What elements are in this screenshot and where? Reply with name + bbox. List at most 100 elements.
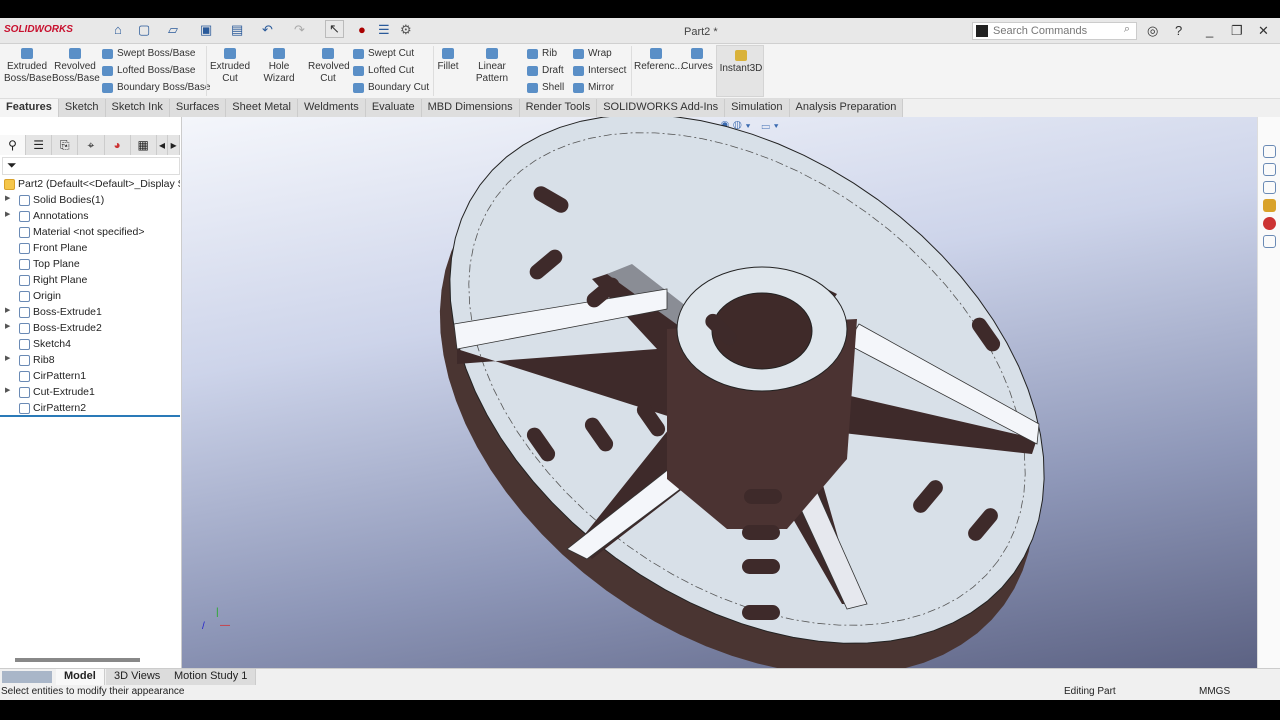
fillet-button[interactable]: Fillet [436, 48, 460, 73]
rebuild-icon[interactable]: ● [358, 22, 366, 37]
tree-item[interactable]: ▶ Solid Bodies(1) [0, 193, 180, 209]
curves-button[interactable]: Curves [681, 48, 713, 73]
design-library-icon[interactable] [1263, 163, 1276, 176]
tab-motion-study-1[interactable]: Motion Study 1 [166, 669, 257, 686]
view-palette-icon[interactable] [1263, 199, 1276, 212]
rollback-bar[interactable] [0, 415, 180, 417]
tree-item[interactable]: Front Plane [0, 241, 180, 257]
wrap-button[interactable]: Wrap [573, 48, 612, 59]
revolved-cut-button[interactable]: Revolved Cut [308, 48, 350, 85]
status-mode: Editing Part [1064, 686, 1116, 697]
tree-item[interactable]: CirPattern1 [0, 369, 180, 385]
linear-pattern-button[interactable]: Linear Pattern [462, 48, 522, 85]
tree-item[interactable]: ▶ Annotations [0, 209, 180, 225]
lofted-boss-button[interactable]: Lofted Boss/Base [102, 65, 195, 76]
swept-boss-button[interactable]: Swept Boss/Base [102, 48, 195, 59]
configuration-manager-tab-icon[interactable]: ⎘ [52, 135, 79, 155]
extruded-boss-button[interactable]: Extruded Boss/Base [4, 48, 52, 85]
restore-icon[interactable]: ❐ [1231, 23, 1243, 39]
horizontal-scrollbar[interactable] [15, 658, 140, 662]
bottom-tabs: Model 3D Views Motion Study 1 [0, 668, 1280, 686]
expand-arrow-icon[interactable]: ▶ [5, 354, 10, 362]
expand-arrow-icon[interactable]: ▶ [5, 322, 10, 330]
options-gear-icon[interactable]: ⚙ [400, 22, 412, 38]
expand-arrow-icon[interactable]: ▶ [5, 210, 10, 218]
print-icon[interactable]: ▤ [231, 22, 243, 38]
instant3d-button[interactable]: Instant3D [716, 45, 764, 97]
tab-model[interactable]: Model [56, 669, 105, 686]
custom-properties-icon[interactable] [1263, 235, 1276, 248]
select-icon[interactable]: ↖ [325, 20, 344, 38]
tree-item[interactable]: Top Plane [0, 257, 180, 273]
dimxpert-tab-icon[interactable]: ⌖ [78, 135, 105, 155]
scroll-right-icon[interactable]: ▸ [168, 135, 180, 155]
boundary-boss-button[interactable]: Boundary Boss/Base [102, 82, 210, 93]
scroll-left-icon[interactable]: ◂ [157, 135, 169, 155]
tree-root-part[interactable]: Part2 (Default<<Default>_Display S [0, 177, 180, 193]
swept-cut-button[interactable]: Swept Cut [353, 48, 414, 59]
undo-icon[interactable]: ↶ [262, 22, 273, 38]
file-explorer-icon[interactable] [1263, 181, 1276, 194]
tab-weldments[interactable]: Weldments [297, 99, 366, 117]
model-disc[interactable] [182, 117, 1257, 668]
cam-tab-icon[interactable]: ▦ [131, 135, 157, 155]
tab-sheet-metal[interactable]: Sheet Metal [226, 99, 298, 117]
tab-scroll-arrows[interactable] [2, 671, 52, 683]
solidworks-logo[interactable]: SOLIDWORKS [4, 24, 73, 35]
tab-solidworks-add-ins[interactable]: SOLIDWORKS Add-Ins [597, 99, 726, 117]
tree-item[interactable]: ▶ Cut-Extrude1 [0, 385, 180, 401]
feature-icon [19, 291, 30, 302]
new-document-icon[interactable]: ▢ [138, 22, 150, 38]
property-manager-tab-icon[interactable]: ☰ [26, 135, 53, 155]
tree-item[interactable]: Sketch4 [0, 337, 180, 353]
tab-sketch-ink[interactable]: Sketch Ink [105, 99, 170, 117]
appearances-icon[interactable] [1263, 217, 1276, 230]
account-icon[interactable]: ◎ [1147, 23, 1158, 39]
save-icon[interactable]: ▣ [200, 22, 212, 38]
units-selector[interactable]: MMGS [1199, 686, 1230, 697]
mirror-button[interactable]: Mirror [573, 82, 614, 93]
tab-mbd-dimensions[interactable]: MBD Dimensions [421, 99, 520, 117]
filter-icon[interactable]: ⏷ [2, 157, 180, 175]
tree-item[interactable]: ▶ Boss-Extrude2 [0, 321, 180, 337]
feature-manager-tab-icon[interactable]: ⚲ [0, 135, 27, 155]
intersect-button[interactable]: Intersect [573, 65, 626, 76]
tree-item[interactable]: Material <not specified> [0, 225, 180, 241]
tab-render-tools[interactable]: Render Tools [519, 99, 598, 117]
extruded-cut-button[interactable]: Extruded Cut [210, 48, 250, 85]
tree-item[interactable]: Origin [0, 289, 180, 305]
expand-arrow-icon[interactable]: ▶ [5, 306, 10, 314]
tab-3d-views[interactable]: 3D Views [106, 669, 170, 686]
tab-analysis-preparation[interactable]: Analysis Preparation [789, 99, 904, 117]
tab-evaluate[interactable]: Evaluate [365, 99, 422, 117]
graphics-area[interactable]: ⌕⌕⧉⧉◈ ▣▾ ◐▾ ◉◍▾ ▭▾ |—/ [182, 117, 1257, 668]
search-icon[interactable]: ⌕ [1124, 23, 1130, 36]
search-commands-input[interactable]: Search Commands ⌕ [972, 22, 1137, 40]
tab-surfaces[interactable]: Surfaces [169, 99, 227, 117]
boundary-cut-button[interactable]: Boundary Cut [353, 82, 429, 93]
tree-item[interactable]: ▶ Boss-Extrude1 [0, 305, 180, 321]
lofted-cut-button[interactable]: Lofted Cut [353, 65, 414, 76]
tab-features[interactable]: Features [0, 99, 59, 117]
home-resources-icon[interactable] [1263, 145, 1276, 158]
draft-button[interactable]: Draft [527, 65, 564, 76]
display-manager-tab-icon[interactable]: ◕ [105, 135, 131, 155]
minimize-icon[interactable]: _ [1206, 23, 1213, 38]
tab-simulation[interactable]: Simulation [725, 99, 790, 117]
close-icon[interactable]: ✕ [1258, 23, 1269, 39]
reference-geometry-button[interactable]: Referenc... [634, 48, 683, 73]
shell-button[interactable]: Shell [527, 82, 564, 93]
expand-arrow-icon[interactable]: ▶ [5, 386, 10, 394]
hole-wizard-button[interactable]: Hole Wizard [253, 48, 305, 85]
expand-arrow-icon[interactable]: ▶ [5, 194, 10, 202]
home-icon[interactable]: ⌂ [114, 22, 122, 37]
rib-button[interactable]: Rib [527, 48, 557, 59]
open-folder-icon[interactable]: ▱ [168, 22, 178, 38]
help-icon[interactable]: ? [1175, 23, 1182, 38]
tree-item[interactable]: Right Plane [0, 273, 180, 289]
file-properties-icon[interactable]: ☰ [378, 22, 390, 38]
tree-item[interactable]: ▶ Rib8 [0, 353, 180, 369]
redo-icon[interactable]: ↷ [294, 22, 305, 38]
revolved-boss-button[interactable]: Revolved Boss/Base [52, 48, 100, 85]
tab-sketch[interactable]: Sketch [58, 99, 106, 117]
